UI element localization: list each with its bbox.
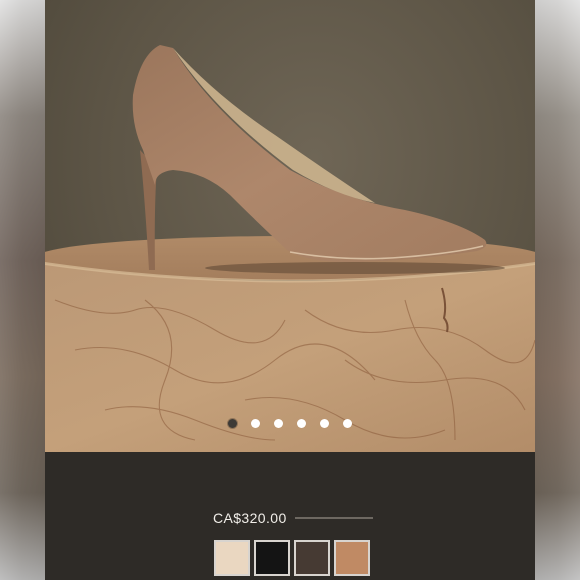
carousel-dot-6[interactable] xyxy=(343,419,352,428)
price-row: CA$320.00 xyxy=(213,510,373,526)
carousel-dot-3[interactable] xyxy=(274,419,283,428)
carousel-dot-2[interactable] xyxy=(251,419,260,428)
carousel-dot-1[interactable] xyxy=(228,419,237,428)
shoe-body xyxy=(132,45,487,262)
swatch-dark-brown[interactable] xyxy=(294,540,330,576)
product-price: CA$320.00 xyxy=(213,510,287,526)
product-image[interactable] xyxy=(45,0,535,452)
right-blurred-edge xyxy=(535,0,580,580)
product-info-panel: CA$320.00 xyxy=(45,452,535,580)
carousel-dots xyxy=(45,419,535,431)
carousel-dot-4[interactable] xyxy=(297,419,306,428)
left-blurred-edge xyxy=(0,0,45,580)
carousel-dot-5[interactable] xyxy=(320,419,329,428)
swatch-black[interactable] xyxy=(254,540,290,576)
color-swatches xyxy=(214,540,370,576)
swatch-nude[interactable] xyxy=(214,540,250,576)
price-divider xyxy=(294,517,373,519)
swatch-tan-suede[interactable] xyxy=(334,540,370,576)
